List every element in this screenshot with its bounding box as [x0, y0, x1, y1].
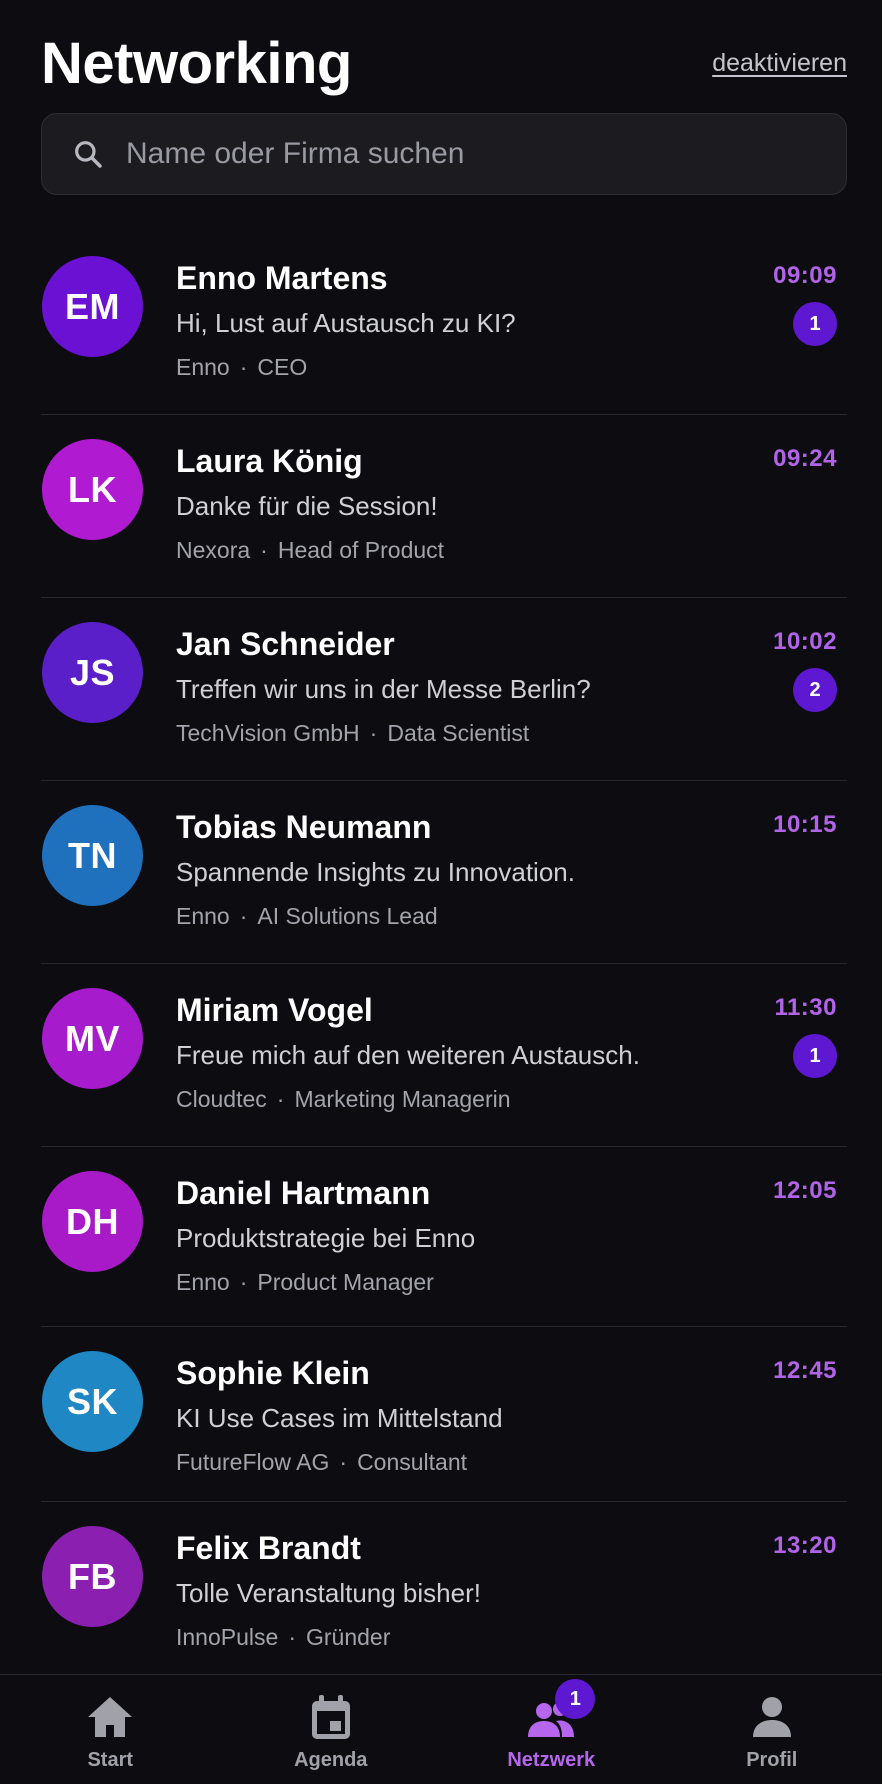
message-time: 09:09 — [773, 262, 837, 289]
avatar: LK — [42, 439, 143, 540]
tab-label: Agenda — [294, 1749, 368, 1771]
company: TechVision GmbH — [176, 720, 360, 746]
company: Cloudtec — [176, 1086, 267, 1112]
avatar: DH — [42, 1171, 143, 1272]
message-time: 10:02 — [773, 628, 837, 655]
avatar: SK — [42, 1351, 143, 1452]
contact-meta: Enno · CEO — [176, 354, 307, 381]
role: CEO — [257, 354, 308, 380]
message-preview: KI Use Cases im Mittelstand — [176, 1403, 503, 1433]
avatar: EM — [42, 256, 143, 357]
search-bar[interactable] — [41, 113, 847, 195]
tab-bar: Start Agenda Netzwerk 1 Profil — [0, 1674, 882, 1784]
separator: · — [239, 354, 248, 380]
contact-name: Miriam Vogel — [176, 992, 373, 1028]
role: Data Scientist — [387, 720, 530, 746]
conversation-row[interactable]: TN Tobias Neumann Spannende Insights zu … — [41, 781, 847, 964]
conversation-row[interactable]: EM Enno Martens Hi, Lust auf Austausch z… — [41, 232, 847, 415]
contact-name: Daniel Hartmann — [176, 1175, 431, 1211]
separator: · — [239, 903, 248, 929]
avatar: MV — [42, 988, 143, 1089]
tab-agenda[interactable]: Agenda — [221, 1675, 442, 1784]
company: Enno — [176, 903, 230, 929]
tab-label: Start — [87, 1749, 134, 1771]
company: Nexora — [176, 537, 251, 563]
tab-profil[interactable]: Profil — [662, 1675, 882, 1784]
conversation-row[interactable]: FB Felix Brandt Tolle Veranstaltung bish… — [41, 1502, 847, 1685]
contact-meta: Enno · Product Manager — [176, 1269, 434, 1296]
tab-netzwerk[interactable]: Netzwerk 1 — [441, 1675, 662, 1784]
conversation-row[interactable]: SK Sophie Klein KI Use Cases im Mittelst… — [41, 1327, 847, 1502]
message-preview: Tolle Veranstaltung bisher! — [176, 1578, 481, 1608]
unread-badge: 1 — [793, 1034, 837, 1078]
message-preview: Freue mich auf den weiteren Austausch. — [176, 1040, 640, 1070]
message-preview: Spannende Insights zu Innovation. — [176, 857, 575, 887]
tab-label: Netzwerk — [507, 1749, 596, 1771]
message-time: 12:05 — [773, 1177, 837, 1204]
conversation-row[interactable]: JS Jan Schneider Treffen wir uns in der … — [41, 598, 847, 781]
message-preview: Hi, Lust auf Austausch zu KI? — [176, 308, 516, 338]
header: Networking deaktivieren — [41, 28, 847, 98]
deactivate-link[interactable]: deaktivieren — [712, 49, 847, 78]
role: AI Solutions Lead — [257, 903, 438, 929]
avatar: TN — [42, 805, 143, 906]
message-preview: Produktstrategie bei Enno — [176, 1223, 476, 1253]
contact-meta: FutureFlow AG · Consultant — [176, 1449, 467, 1476]
home-icon — [88, 1697, 133, 1737]
contact-name: Tobias Neumann — [176, 809, 432, 845]
separator: · — [369, 720, 378, 746]
role: Consultant — [357, 1449, 468, 1475]
message-time: 13:20 — [773, 1532, 837, 1559]
notification-badge: 1 — [555, 1679, 596, 1719]
contact-meta: Nexora · Head of Product — [176, 537, 444, 564]
role: Marketing Managerin — [294, 1086, 511, 1112]
message-time: 09:24 — [773, 445, 837, 472]
role: Product Manager — [257, 1269, 434, 1295]
page-title: Networking — [41, 30, 352, 96]
contact-meta: Cloudtec · Marketing Managerin — [176, 1086, 511, 1113]
message-time: 12:45 — [773, 1357, 837, 1384]
contact-name: Laura König — [176, 443, 363, 479]
separator: · — [260, 537, 268, 563]
tab-label: Profil — [746, 1749, 798, 1771]
contact-meta: InnoPulse · Gründer — [176, 1624, 390, 1651]
conversation-row[interactable]: MV Miriam Vogel Freue mich auf den weite… — [41, 964, 847, 1147]
contact-meta: TechVision GmbH · Data Scientist — [176, 720, 529, 747]
company: Enno — [176, 354, 230, 380]
unread-badge: 2 — [793, 668, 837, 712]
role: Head of Product — [277, 537, 445, 563]
separator: · — [288, 1624, 296, 1650]
search-input[interactable] — [126, 114, 846, 194]
message-time: 10:15 — [773, 811, 837, 838]
unread-badge: 1 — [793, 302, 837, 346]
contact-name: Enno Martens — [176, 260, 388, 296]
conversation-list: EM Enno Martens Hi, Lust auf Austausch z… — [41, 232, 847, 1685]
calendar-icon — [311, 1695, 350, 1739]
separator: · — [239, 1269, 248, 1295]
message-preview: Danke für die Session! — [176, 491, 438, 521]
person-icon — [752, 1697, 791, 1737]
contact-name: Sophie Klein — [176, 1355, 370, 1391]
networking-screen: Networking deaktivieren EM Enno Martens … — [0, 0, 882, 1784]
avatar: JS — [42, 622, 143, 723]
company: FutureFlow AG — [176, 1449, 330, 1475]
avatar: FB — [42, 1526, 143, 1627]
message-preview: Treffen wir uns in der Messe Berlin? — [176, 674, 591, 704]
company: Enno — [176, 1269, 230, 1295]
separator: · — [276, 1086, 285, 1112]
role: Gründer — [305, 1624, 391, 1650]
conversation-row[interactable]: DH Daniel Hartmann Produktstrategie bei … — [41, 1147, 847, 1327]
contact-name: Jan Schneider — [176, 626, 395, 662]
conversation-row[interactable]: LK Laura König Danke für die Session! Ne… — [41, 415, 847, 598]
contact-name: Felix Brandt — [176, 1530, 361, 1566]
tab-start[interactable]: Start — [0, 1675, 221, 1784]
message-time: 11:30 — [774, 994, 837, 1021]
company: InnoPulse — [176, 1624, 279, 1650]
separator: · — [339, 1449, 348, 1475]
search-icon — [75, 141, 102, 168]
contact-meta: Enno · AI Solutions Lead — [176, 903, 438, 930]
